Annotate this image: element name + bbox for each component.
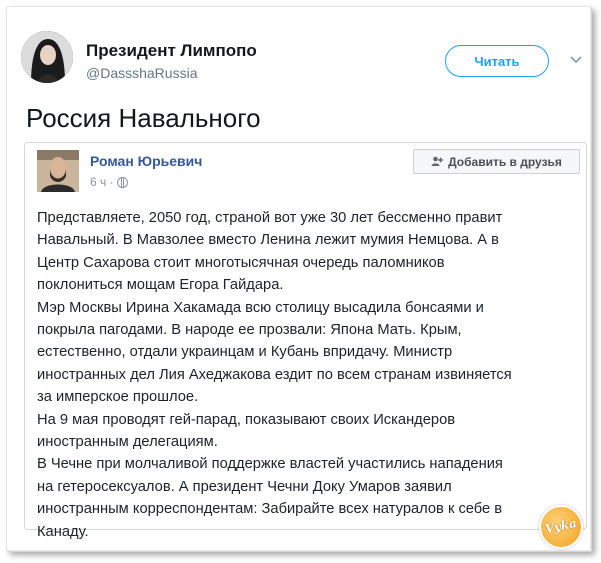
post-line: покрыла пагодами. В народе ее прозвали: … bbox=[37, 322, 462, 339]
author-name[interactable]: Президент Лимпопо bbox=[86, 41, 257, 61]
follow-button[interactable]: Читать bbox=[445, 45, 549, 77]
post-line: иностранным корреспондентам: Забирайте в… bbox=[37, 501, 503, 518]
watermark-logo: Vyka bbox=[539, 505, 583, 549]
author-handle[interactable]: @DassshaRussia bbox=[86, 65, 197, 81]
post-line: поклониться мощам Егора Гайдара. bbox=[37, 277, 284, 294]
globe-icon bbox=[116, 176, 128, 188]
post-line: иностранных дел Лия Ахеджакова ездит по … bbox=[37, 366, 512, 383]
post-line: Канаду. bbox=[37, 523, 89, 540]
fb-post-body: Представляете, 2050 год, страной вот уже… bbox=[37, 207, 577, 543]
post-line: иностранным делегациям. bbox=[37, 434, 218, 451]
fb-post-meta: 6 ч · bbox=[90, 175, 128, 189]
author-avatar[interactable] bbox=[21, 31, 73, 83]
screenshot-frame: Президент Лимпопо @DassshaRussia Читать … bbox=[6, 6, 591, 551]
add-friend-icon bbox=[431, 156, 444, 166]
embedded-facebook-post: Роман Юрьевич 6 ч · Добавить в друзья Пр… bbox=[24, 142, 587, 540]
chevron-down-icon[interactable] bbox=[569, 55, 583, 65]
add-friend-label: Добавить в друзья bbox=[448, 154, 562, 169]
fb-author-avatar[interactable] bbox=[37, 150, 79, 192]
post-line: В Чечне при молчаливой поддержке властей… bbox=[37, 456, 503, 473]
fb-post-time[interactable]: 6 ч · bbox=[90, 175, 114, 189]
post-line: Представляете, 2050 год, страной вот уже… bbox=[37, 210, 503, 226]
post-line: за имперское прошлое. bbox=[37, 389, 199, 406]
post-line: На 9 мая проводят гей-парад, показывают … bbox=[37, 411, 456, 428]
fb-author-name[interactable]: Роман Юрьевич bbox=[90, 153, 202, 169]
post-line: Центр Сахарова стоит многотысячная очере… bbox=[37, 254, 445, 271]
tweet-text: Россия Навального bbox=[26, 103, 261, 133]
post-line: Мэр Москвы Ирина Хакамада всю столицу вы… bbox=[37, 299, 484, 316]
post-line: Навальный. В Мавзолее вместо Ленина лежи… bbox=[37, 232, 499, 249]
watermark-text: Vyka bbox=[543, 515, 578, 537]
post-line: естественно, отдали украинцам и Кубань в… bbox=[37, 344, 453, 361]
post-line: на гетеросексуалов. А президент Чечни До… bbox=[37, 478, 452, 495]
add-friend-button[interactable]: Добавить в друзья bbox=[413, 149, 580, 174]
